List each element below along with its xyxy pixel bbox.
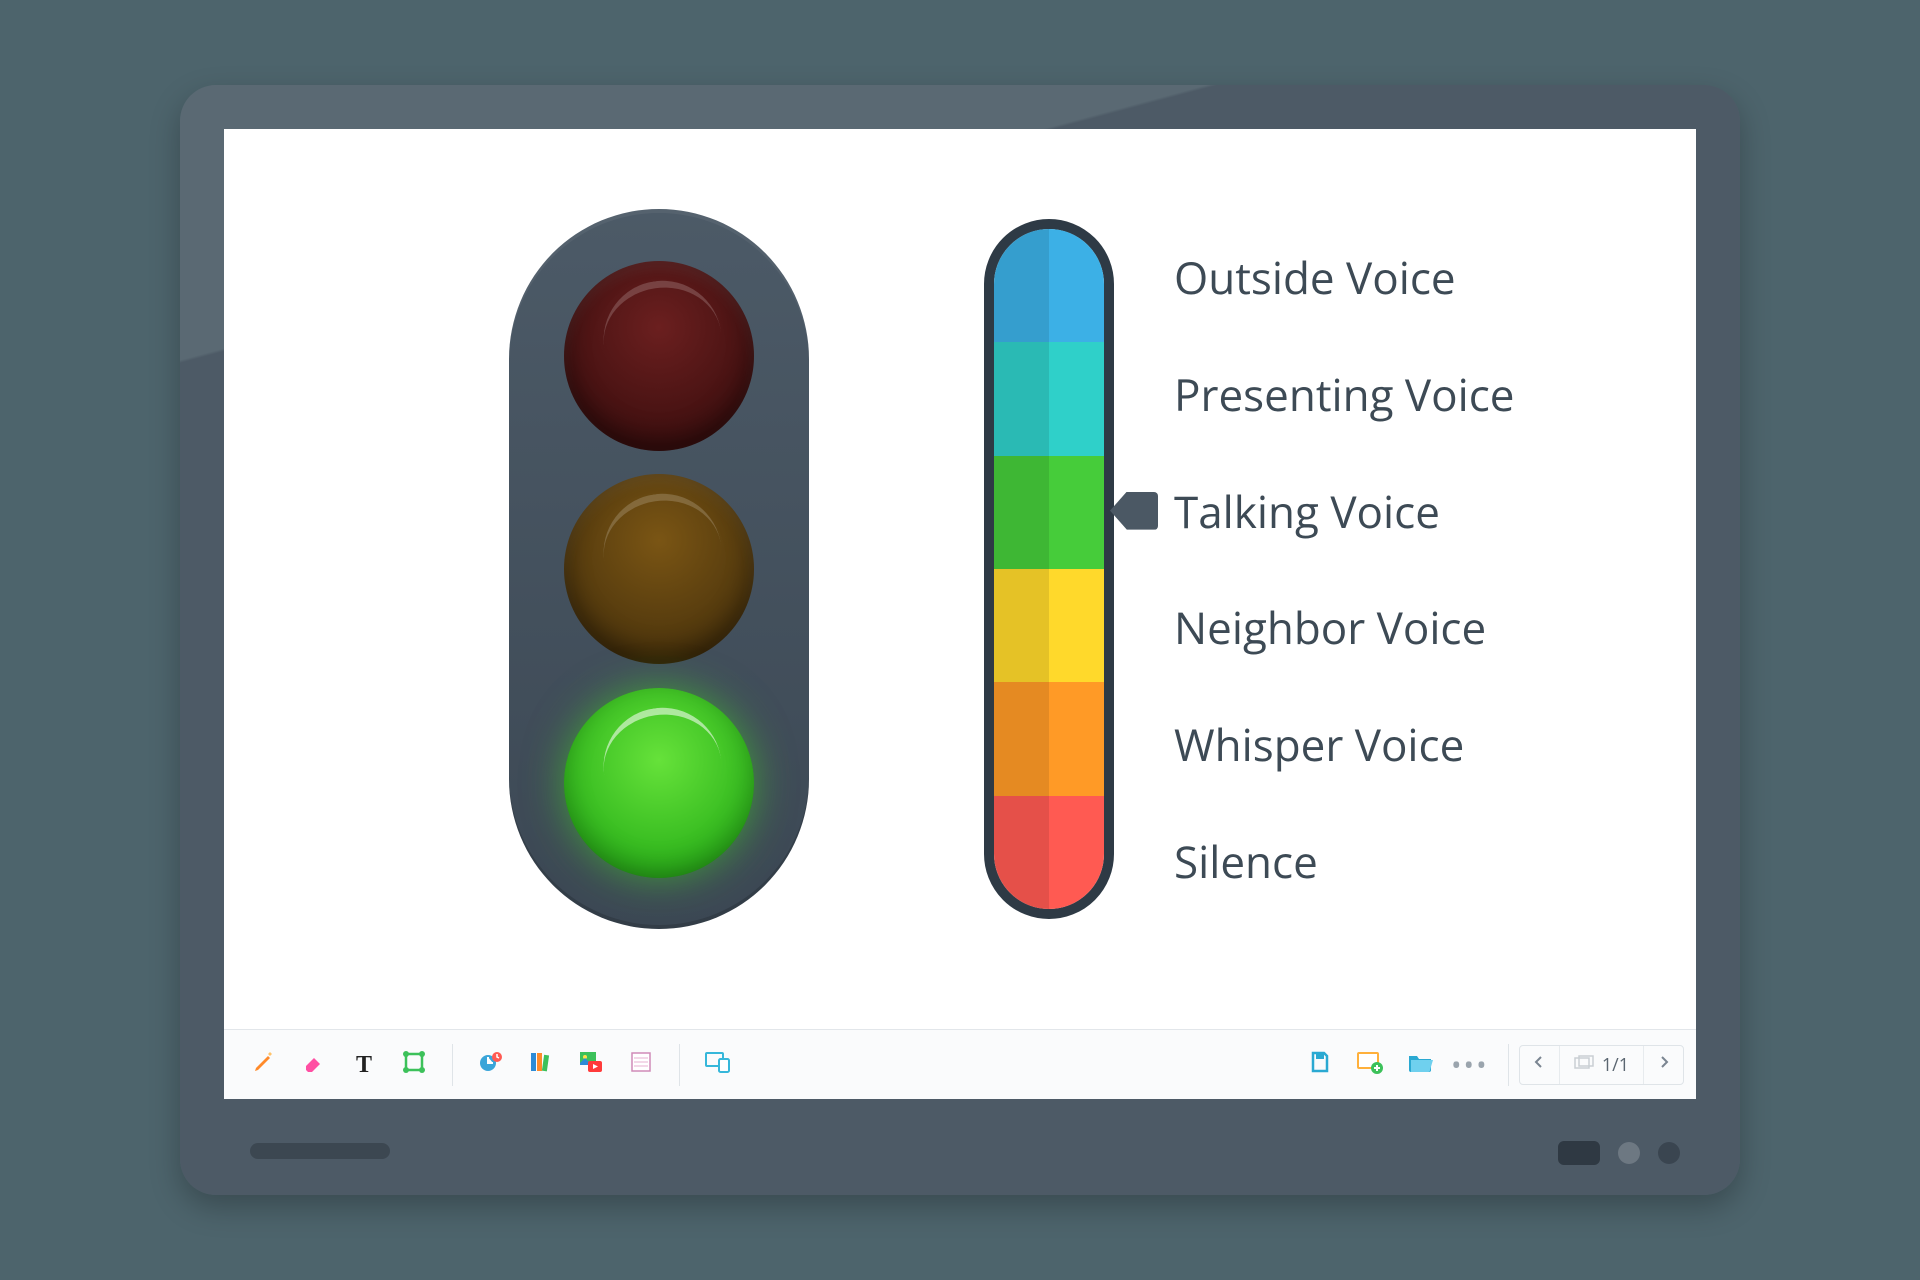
voice-label-presenting: Presenting Voice xyxy=(1174,336,1515,453)
voice-segment-outside[interactable] xyxy=(994,229,1104,342)
voice-label-outside: Outside Voice xyxy=(1174,219,1515,336)
pencil-icon xyxy=(252,1050,276,1079)
toolbar-group-file: ••• xyxy=(1292,1041,1498,1089)
hardware-buttons xyxy=(1558,1141,1680,1165)
media-icon xyxy=(578,1049,604,1080)
eraser-icon xyxy=(302,1050,326,1079)
toolbar-group-draw: T xyxy=(236,1041,442,1089)
background-tool[interactable] xyxy=(623,1047,659,1083)
more-icon: ••• xyxy=(1451,1060,1489,1070)
voice-meter-bar[interactable] xyxy=(984,219,1114,919)
devices-tool[interactable] xyxy=(700,1047,736,1083)
shape-icon xyxy=(401,1049,427,1080)
page-count-label: 1/1 xyxy=(1602,1053,1629,1077)
voice-meter: Outside Voice Presenting Voice Talking V… xyxy=(984,219,1515,919)
timer-icon xyxy=(478,1049,504,1080)
new-slide-button[interactable] xyxy=(1352,1047,1388,1083)
timer-tool[interactable] xyxy=(473,1047,509,1083)
voice-label-neighbor: Neighbor Voice xyxy=(1174,569,1515,686)
voice-segment-whisper[interactable] xyxy=(994,682,1104,795)
eraser-tool[interactable] xyxy=(296,1047,332,1083)
voice-segment-neighbor[interactable] xyxy=(994,569,1104,682)
indicator-led-icon xyxy=(1658,1142,1680,1164)
next-page-button[interactable] xyxy=(1643,1046,1683,1084)
voice-pointer-icon[interactable] xyxy=(1110,492,1158,530)
toolbar-separator xyxy=(1508,1044,1509,1086)
books-icon xyxy=(528,1049,554,1080)
toolbar-group-widgets xyxy=(463,1041,669,1089)
whiteboard-canvas[interactable]: Outside Voice Presenting Voice Talking V… xyxy=(224,129,1696,1029)
save-button[interactable] xyxy=(1302,1047,1338,1083)
toolbar-separator xyxy=(452,1044,453,1086)
chevron-right-icon xyxy=(1656,1054,1672,1075)
text-icon: T xyxy=(356,1053,372,1077)
slides-icon xyxy=(1574,1053,1594,1077)
voice-label-text: Silence xyxy=(1174,831,1318,891)
voice-label-text: Neighbor Voice xyxy=(1174,597,1486,657)
voice-label-text: Presenting Voice xyxy=(1174,364,1515,424)
voice-segment-talking[interactable] xyxy=(994,456,1104,569)
voice-label-whisper: Whisper Voice xyxy=(1174,686,1515,803)
power-button-icon xyxy=(1558,1141,1600,1165)
shape-tool[interactable] xyxy=(396,1047,432,1083)
device-frame: Outside Voice Presenting Voice Talking V… xyxy=(180,85,1740,1195)
devices-icon xyxy=(704,1050,732,1079)
traffic-light[interactable] xyxy=(509,209,809,929)
voice-label-silence: Silence xyxy=(1174,802,1515,919)
screen: Outside Voice Presenting Voice Talking V… xyxy=(224,129,1696,1099)
pen-tool[interactable] xyxy=(246,1047,282,1083)
toolbar-separator xyxy=(679,1044,680,1086)
more-button[interactable]: ••• xyxy=(1452,1047,1488,1083)
save-icon xyxy=(1308,1050,1332,1079)
page-indicator[interactable]: 1/1 xyxy=(1560,1053,1643,1077)
prev-page-button[interactable] xyxy=(1520,1046,1560,1084)
folder-icon xyxy=(1407,1050,1433,1079)
voice-label-text: Outside Voice xyxy=(1174,247,1456,307)
page-navigator: 1/1 xyxy=(1519,1045,1684,1085)
voice-segment-silence[interactable] xyxy=(994,796,1104,909)
voice-label-text: Talking Voice xyxy=(1174,481,1440,541)
voice-label-text: Whisper Voice xyxy=(1174,714,1464,774)
toolbar: T xyxy=(224,1029,1696,1099)
media-tool[interactable] xyxy=(573,1047,609,1083)
traffic-light-green[interactable] xyxy=(564,688,754,878)
traffic-light-amber[interactable] xyxy=(564,474,754,664)
open-button[interactable] xyxy=(1402,1047,1438,1083)
add-slide-icon xyxy=(1356,1050,1384,1079)
chevron-left-icon xyxy=(1531,1054,1547,1075)
voice-labels: Outside Voice Presenting Voice Talking V… xyxy=(1174,219,1515,919)
library-tool[interactable] xyxy=(523,1047,559,1083)
indicator-led-icon xyxy=(1618,1142,1640,1164)
voice-label-talking: Talking Voice xyxy=(1174,452,1515,569)
voice-segment-presenting[interactable] xyxy=(994,342,1104,455)
traffic-light-red[interactable] xyxy=(564,261,754,451)
toolbar-group-share xyxy=(690,1041,746,1089)
lined-page-icon xyxy=(629,1050,653,1079)
text-tool[interactable]: T xyxy=(346,1047,382,1083)
